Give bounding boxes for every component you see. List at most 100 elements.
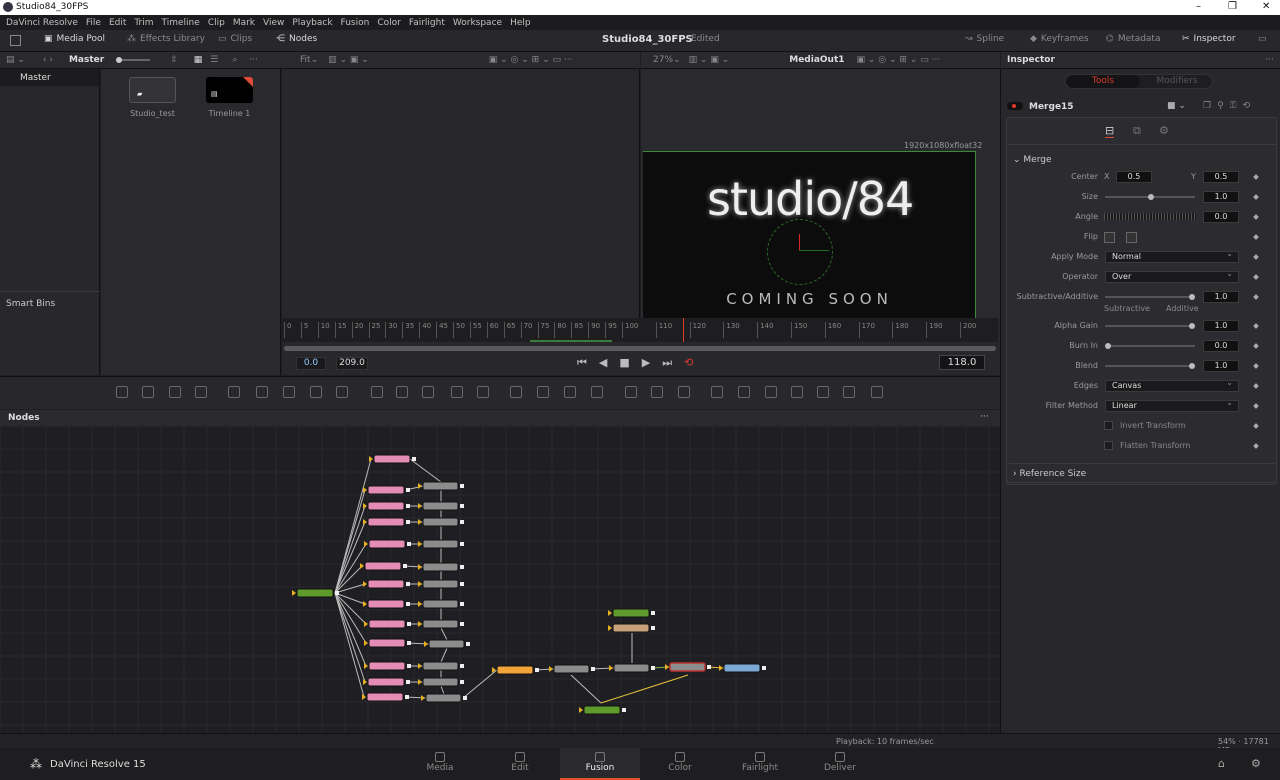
paint-icon[interactable] <box>195 386 207 398</box>
slider-knob[interactable] <box>1148 194 1154 200</box>
transform-icon[interactable] <box>477 386 489 398</box>
menu-item[interactable]: Trim <box>134 18 153 28</box>
node-input[interactable] <box>364 541 368 547</box>
node-input[interactable] <box>369 456 373 462</box>
source-node[interactable] <box>583 705 621 715</box>
gradient-icon[interactable] <box>256 386 268 398</box>
list-view-icon[interactable]: ☰ <box>210 55 218 65</box>
node-input[interactable] <box>418 581 422 587</box>
node-output[interactable] <box>762 666 766 670</box>
node-output[interactable] <box>622 708 626 712</box>
fit-dropdown[interactable]: Fit <box>300 55 311 65</box>
alpha-gain-slider[interactable] <box>1105 323 1196 329</box>
node-output[interactable] <box>406 582 410 586</box>
node-output[interactable] <box>460 520 464 524</box>
node-input[interactable] <box>418 679 422 685</box>
start-time-field[interactable]: 0.0 <box>296 357 326 370</box>
right-viewer[interactable]: 1920x1080xfloat32 studio/84 COMING SOON <box>641 69 1000 318</box>
view-toggle-icon[interactable]: ▤ ⌄ <box>6 55 25 65</box>
timeline-scrollbar[interactable] <box>284 346 996 351</box>
node-input[interactable] <box>363 581 367 587</box>
tab-modifiers[interactable]: Modifiers <box>1140 75 1214 88</box>
menu-item[interactable]: Workspace <box>453 18 502 28</box>
node-actions-icon[interactable]: ❐⚲⚿⟲ <box>1203 101 1256 111</box>
node-input[interactable] <box>609 665 613 671</box>
node-output[interactable] <box>335 591 339 595</box>
resize-icon[interactable] <box>451 386 463 398</box>
merge3d-icon[interactable] <box>871 386 883 398</box>
blend-slider[interactable] <box>1105 363 1196 369</box>
nav-arrows-icon[interactable]: ‹ › <box>43 55 53 65</box>
merge-node[interactable] <box>422 481 459 491</box>
page-fairlight[interactable]: Fairlight <box>720 748 800 780</box>
node-output[interactable] <box>463 696 467 700</box>
clips-button[interactable]: ▭ Clips <box>218 34 252 44</box>
node-output[interactable] <box>405 695 409 699</box>
node-output[interactable] <box>466 642 470 646</box>
node-output[interactable] <box>406 520 410 524</box>
node-output[interactable] <box>460 602 464 606</box>
panel-toggle-icon[interactable] <box>10 35 21 46</box>
brightness-icon[interactable] <box>310 386 322 398</box>
settings-icon[interactable]: ⚙ <box>1251 757 1261 770</box>
merge-node[interactable] <box>428 639 465 649</box>
go-to-start-icon[interactable]: ⏮ <box>577 356 587 370</box>
polygon-icon[interactable] <box>564 386 576 398</box>
node-output[interactable] <box>535 668 539 672</box>
filter-dropdown[interactable]: Linear <box>1105 398 1239 412</box>
controls-tab-icon[interactable]: ⊟ <box>1105 124 1115 138</box>
pink-node[interactable] <box>366 692 404 702</box>
blend-field[interactable]: 1.0 <box>1203 360 1239 372</box>
pink-node[interactable] <box>367 579 405 589</box>
merge-icon[interactable] <box>371 386 383 398</box>
pink-node[interactable] <box>368 638 406 648</box>
camera3d-icon[interactable] <box>817 386 829 398</box>
mask-tab-icon[interactable]: ⧉ <box>1133 124 1141 138</box>
thumb-size-slider[interactable] <box>116 57 151 63</box>
node-output[interactable] <box>407 664 411 668</box>
x-axis-handle[interactable] <box>799 250 829 251</box>
media-out-node[interactable] <box>723 663 761 673</box>
clip-thumbnail[interactable]: ▰ <box>129 77 176 103</box>
merge-node[interactable] <box>422 562 459 572</box>
viewer-options-icon[interactable]: ▣ ⌄ ◎ ⌄ ⊞ ⌄ ▭ ··· <box>489 55 573 65</box>
merge-node[interactable] <box>613 663 650 673</box>
image-plane-icon[interactable] <box>738 386 750 398</box>
node-output[interactable] <box>460 582 464 586</box>
source-node[interactable] <box>296 588 334 598</box>
subtractive-additive-slider[interactable] <box>1105 294 1196 300</box>
node-input[interactable] <box>363 519 367 525</box>
page-fusion[interactable]: Fusion <box>560 748 640 780</box>
section-reference-size[interactable]: › Reference Size <box>1006 463 1277 483</box>
node-output[interactable] <box>651 626 655 630</box>
bspline-icon[interactable] <box>591 386 603 398</box>
node-output[interactable] <box>407 542 411 546</box>
node-output[interactable] <box>403 564 407 568</box>
effects-library-button[interactable]: ⁂ Effects Library <box>127 34 205 44</box>
merge-node[interactable] <box>422 661 459 671</box>
layout-icon[interactable]: ▥ ⌄ ▣ ⌄ <box>689 55 730 65</box>
angle-wheel[interactable] <box>1104 213 1196 220</box>
left-viewer[interactable] <box>282 69 640 318</box>
timeline-thumbnail[interactable]: ▤ <box>206 77 253 103</box>
node-output[interactable] <box>707 665 711 669</box>
node-output[interactable] <box>460 622 464 626</box>
node-output[interactable] <box>460 565 464 569</box>
viewer-options-icon[interactable]: ▣ ⌄ ◎ ⌄ ⊞ ⌄ ▭ ··· <box>857 55 941 65</box>
node-graph[interactable] <box>0 426 1000 733</box>
step-back-icon[interactable]: ◀ <box>599 356 607 370</box>
blur-icon[interactable] <box>336 386 348 398</box>
menu-item[interactable]: Timeline <box>162 18 200 28</box>
page-deliver[interactable]: Deliver <box>800 748 880 780</box>
more-icon[interactable]: ··· <box>1265 55 1274 65</box>
node-output[interactable] <box>460 680 464 684</box>
loop-icon[interactable]: ⟲ <box>684 356 693 370</box>
more-icon[interactable]: ··· <box>980 412 989 422</box>
node-output[interactable] <box>460 484 464 488</box>
merge15-node[interactable] <box>669 662 706 672</box>
merge-node[interactable] <box>422 599 459 609</box>
apply-mode-dropdown[interactable]: Normal <box>1105 249 1239 263</box>
node-output[interactable] <box>412 457 416 461</box>
flip-vertical-button[interactable] <box>1126 232 1137 243</box>
zoom-dropdown[interactable]: 27% <box>653 55 673 65</box>
